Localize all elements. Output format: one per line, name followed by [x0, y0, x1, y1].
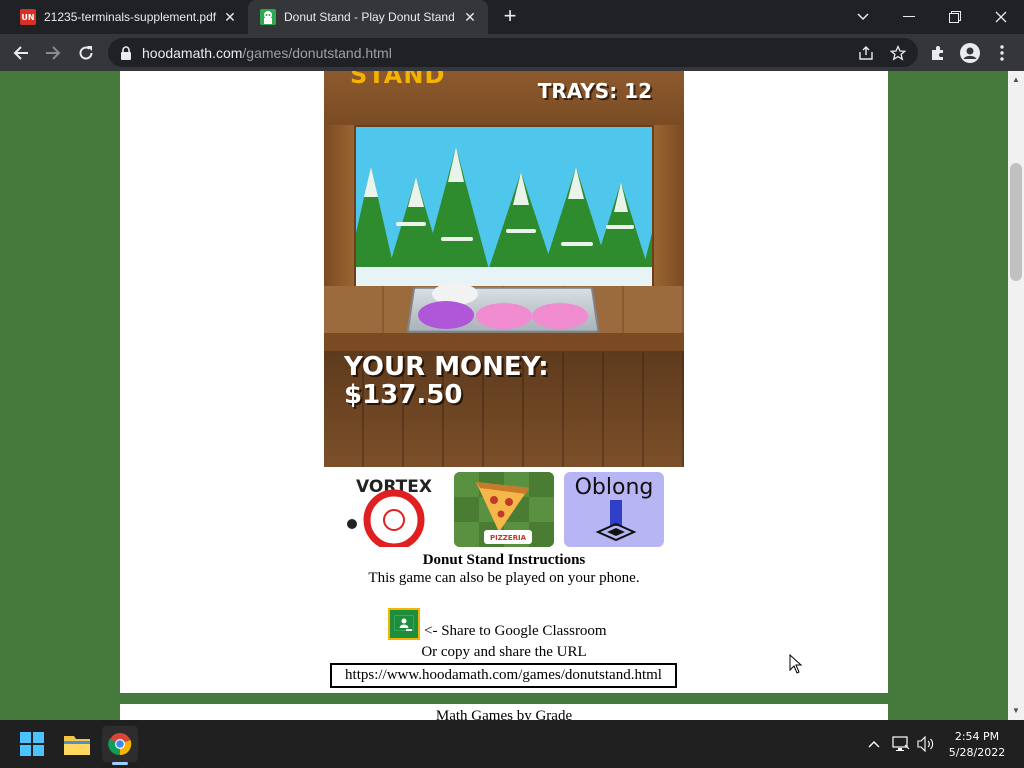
system-clock[interactable]: 2:54 PM 5/28/2022 [944, 729, 1010, 761]
oblong-game-thumbnail[interactable]: Oblong [564, 472, 664, 547]
browser-toolbar: hoodamath.com/games/donutstand.html [0, 34, 1024, 71]
donut-pink[interactable] [476, 303, 532, 329]
counter-edge [324, 333, 684, 351]
game-panel: STAND TRAYS: 12 YOUR MONEY: $137.50 VORT… [120, 71, 888, 693]
money-value: $137.50 [344, 380, 463, 410]
network-icon[interactable] [891, 734, 911, 754]
close-window-button[interactable] [978, 0, 1024, 34]
game-canvas[interactable]: STAND TRAYS: 12 YOUR MONEY: $137.50 [324, 71, 684, 467]
math-games-by-grade-heading[interactable]: Math Games by Grade [120, 708, 888, 720]
url-path: /games/donutstand.html [242, 44, 392, 61]
google-classroom-share[interactable]: <- Share to Google Classroom [388, 608, 607, 640]
papas-pizzeria-game-thumbnail[interactable]: PIZZERIA [454, 472, 554, 547]
scrollbar-thumb[interactable] [1010, 163, 1022, 281]
pdf-favicon-icon: UN [20, 9, 36, 25]
tab-title: 21235-terminals-supplement.pdf [44, 10, 217, 24]
trays-counter: TRAYS: 12 [537, 79, 652, 103]
tab-donut-stand[interactable]: Donut Stand - Play Donut Stand ✕ [248, 0, 488, 34]
mouse-cursor-icon [789, 654, 803, 674]
reload-button[interactable] [73, 40, 99, 66]
forward-button[interactable] [40, 40, 66, 66]
donut-pink[interactable] [532, 303, 588, 329]
game-logo: STAND [350, 71, 446, 89]
grade-games-panel: Math Games by Grade [120, 704, 888, 720]
tab-title: Donut Stand - Play Donut Stand [284, 10, 455, 24]
hoodamath-favicon-icon [260, 9, 276, 25]
vortex-game-thumbnail[interactable]: VORTEX [344, 472, 444, 547]
clock-date: 5/28/2022 [948, 746, 1006, 759]
menu-kebab-icon[interactable] [990, 41, 1014, 65]
page-viewport: STAND TRAYS: 12 YOUR MONEY: $137.50 VORT… [0, 71, 1008, 720]
minimize-button[interactable] [886, 0, 932, 34]
tab-strip: UN 21235-terminals-supplement.pdf ✕ Donu… [0, 0, 1024, 34]
money-label: YOUR MONEY: [344, 352, 549, 382]
close-icon[interactable]: ✕ [222, 9, 238, 25]
extensions-icon[interactable] [926, 41, 950, 65]
file-explorer-button[interactable] [59, 726, 95, 762]
share-url-field[interactable]: https://www.hoodamath.com/games/donutsta… [330, 663, 677, 688]
tab-pdf[interactable]: UN 21235-terminals-supplement.pdf ✕ [8, 0, 248, 34]
lock-icon[interactable] [120, 45, 132, 60]
scroll-down-arrow-icon[interactable]: ▼ [1008, 704, 1024, 718]
chrome-taskbar-button[interactable] [102, 726, 138, 762]
restore-button[interactable] [932, 0, 978, 34]
donut-purple[interactable] [418, 301, 474, 329]
copy-url-text: Or copy and share the URL [421, 644, 587, 660]
close-icon[interactable]: ✕ [462, 9, 478, 25]
share-icon[interactable] [856, 43, 876, 63]
pine-trees-scene [356, 147, 652, 288]
oblong-logo-icon: Oblong [575, 475, 654, 542]
clock-time: 2:54 PM [954, 730, 1000, 743]
svg-text:PIZZERIA: PIZZERIA [490, 534, 527, 542]
tab-search-chevron-icon[interactable] [840, 0, 886, 34]
vortex-logo-icon: VORTEX [344, 477, 432, 547]
chrome-icon [108, 733, 132, 756]
address-bar[interactable]: hoodamath.com/games/donutstand.html [108, 38, 918, 67]
instructions-text: This game can also be played on your pho… [368, 570, 640, 586]
money-display: YOUR MONEY: $137.50 [344, 353, 549, 409]
folder-icon [64, 736, 90, 755]
active-app-indicator [112, 762, 128, 765]
windows-logo-icon [20, 732, 44, 756]
start-button[interactable] [14, 726, 50, 762]
scroll-up-arrow-icon[interactable]: ▲ [1008, 73, 1024, 87]
new-tab-button[interactable]: + [498, 5, 522, 29]
windows-taskbar: 2:54 PM 5/28/2022 [0, 720, 1024, 768]
back-button[interactable] [8, 40, 34, 66]
url-host: hoodamath.com [142, 44, 243, 61]
related-games: VORTEX PIZZERIA Oblong [344, 472, 664, 547]
bookmark-star-icon[interactable] [888, 43, 908, 63]
chevron-up-icon[interactable] [864, 734, 884, 754]
pizza-slice-icon: PIZZERIA [454, 472, 554, 547]
share-classroom-text[interactable]: <- Share to Google Classroom [424, 622, 607, 640]
google-classroom-icon[interactable] [388, 608, 420, 640]
stand-window-scene [354, 125, 654, 290]
volume-icon[interactable] [916, 734, 936, 754]
profile-avatar-icon[interactable] [958, 41, 982, 65]
instructions-title: Donut Stand Instructions [422, 552, 586, 568]
svg-text:Oblong: Oblong [575, 475, 654, 500]
